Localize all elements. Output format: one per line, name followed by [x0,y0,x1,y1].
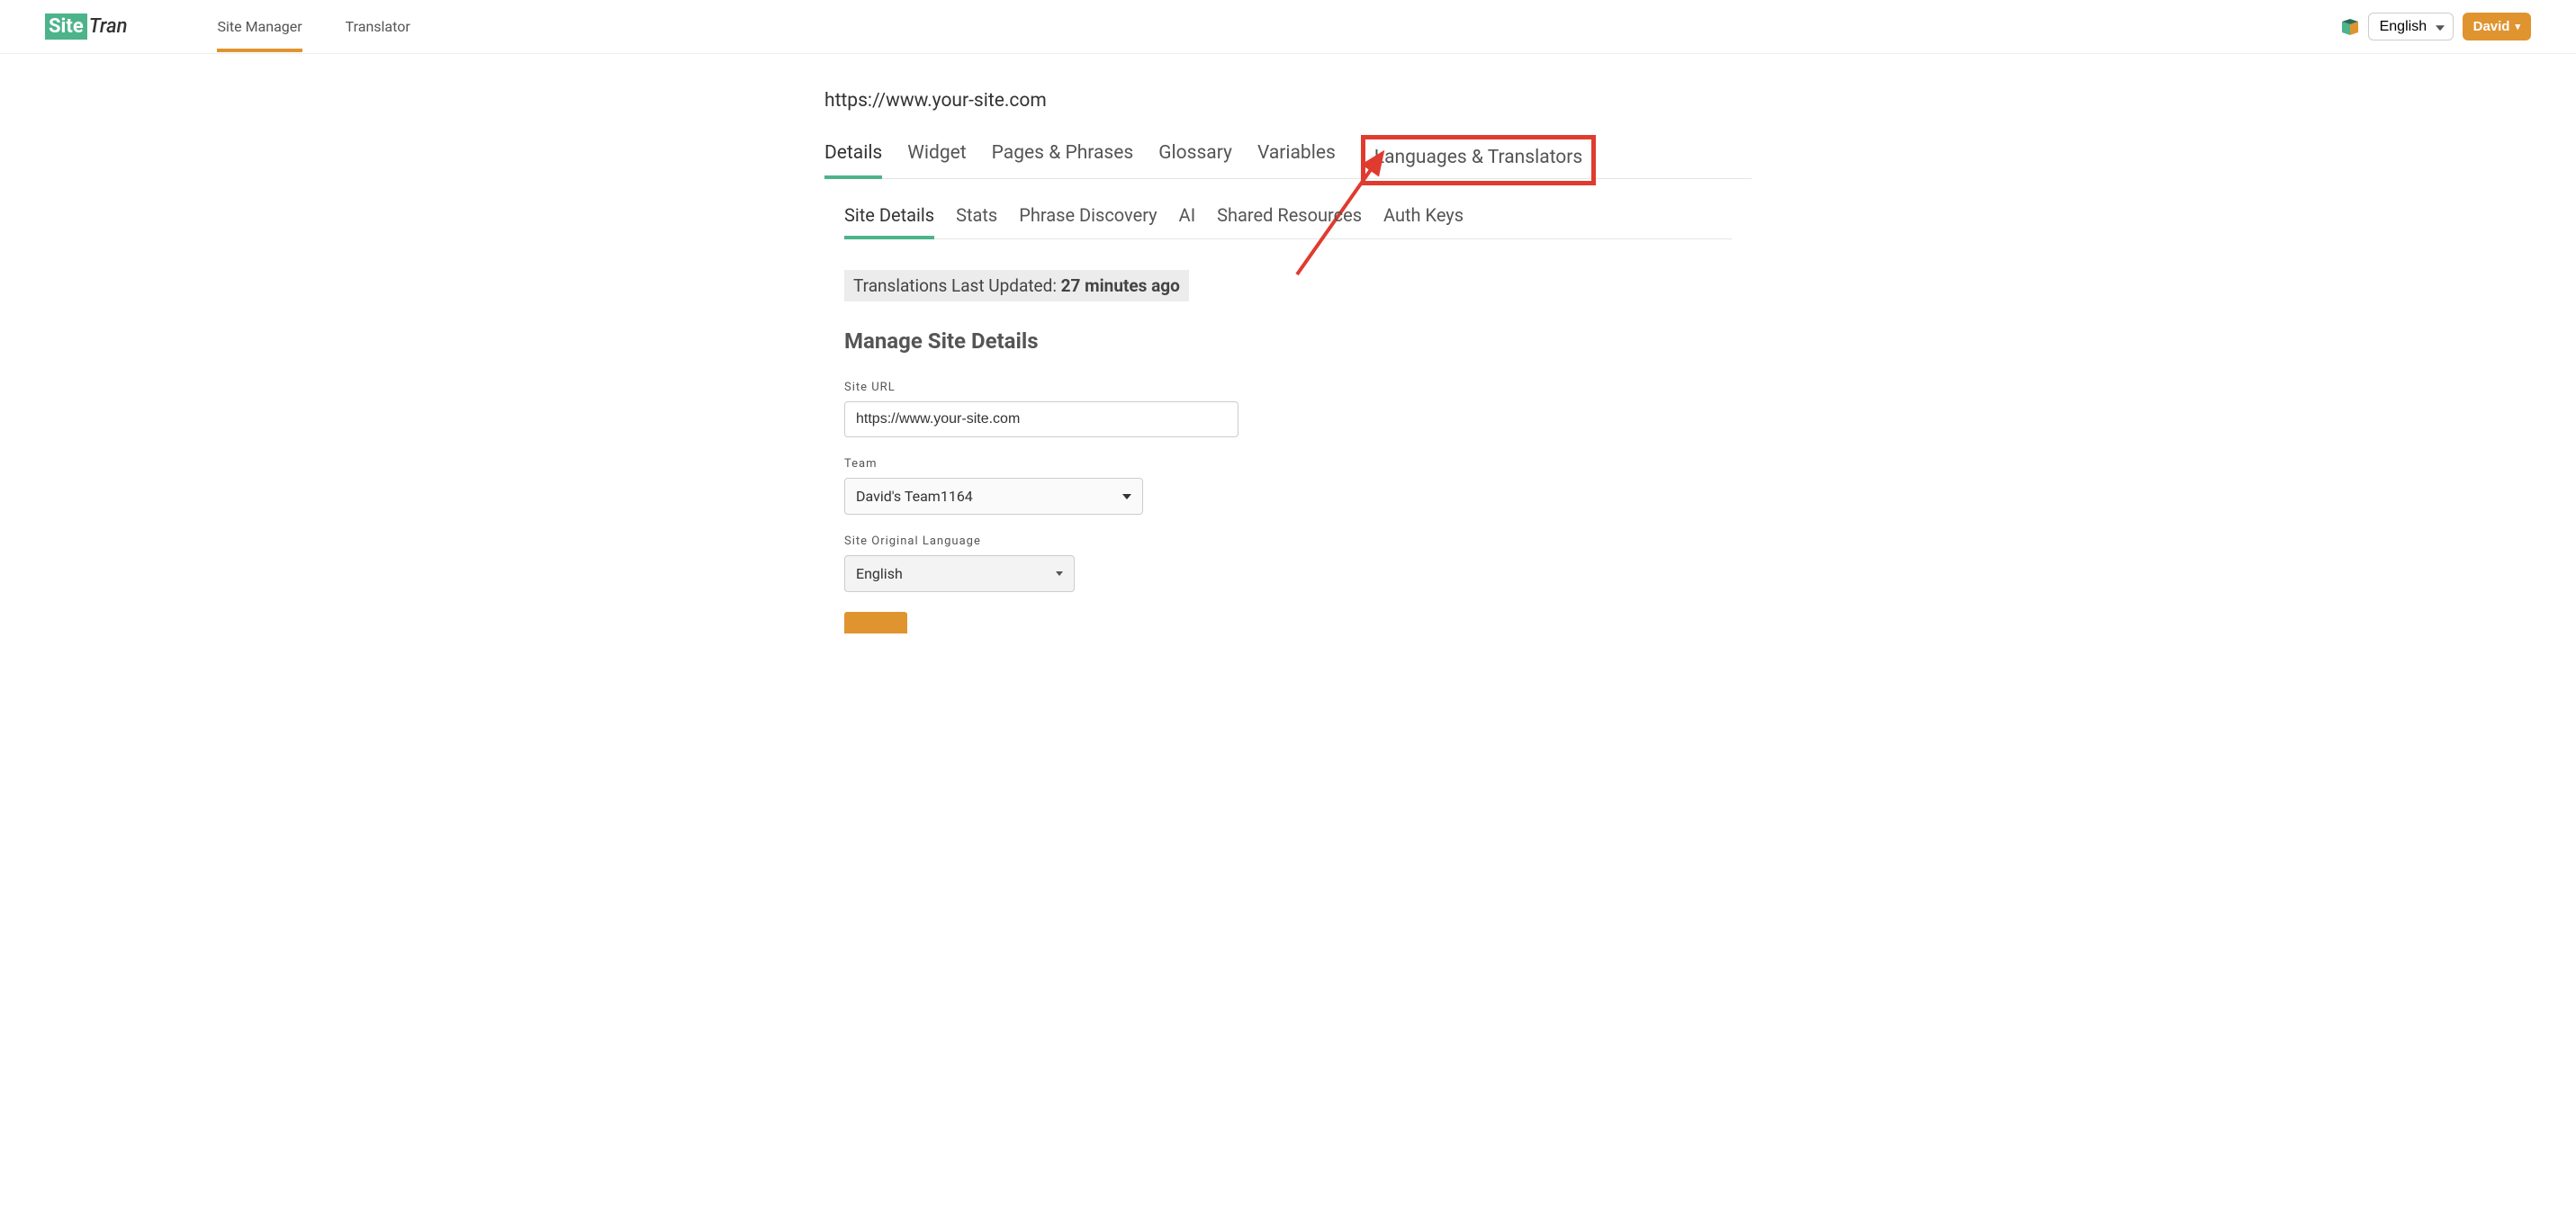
caret-down-icon [1056,571,1063,576]
original-language-label: Site Original Language [844,535,1732,548]
section-title: Manage Site Details [844,328,1732,354]
tab-glossary[interactable]: Glossary [1158,142,1232,178]
logo-tran-text: Tran [89,15,128,38]
tab-languages-translators[interactable]: Languages & Translators [1374,147,1582,168]
site-url-label: Site URL [844,381,1732,394]
field-team: Team David's Team1164 [844,457,1732,515]
status-value: 27 minutes ago [1061,275,1180,296]
field-original-language: Site Original Language English [844,535,1732,592]
logo[interactable]: SiteTran [45,13,127,40]
field-site-url: Site URL [844,381,1732,437]
top-bar-right: English David ▾ [2341,13,2531,40]
tab-content: Site Details Stats Phrase Discovery AI S… [824,179,1752,633]
annotation-highlight-box: Languages & Translators [1361,135,1596,185]
tab-details[interactable]: Details [824,142,882,178]
user-menu-button[interactable]: David ▾ [2463,13,2531,40]
save-button[interactable] [844,612,907,633]
tab-pages-phrases[interactable]: Pages & Phrases [992,142,1134,178]
caret-down-icon [1122,494,1131,499]
subtab-phrase-discovery[interactable]: Phrase Discovery [1019,201,1157,238]
language-select[interactable]: English [2368,13,2454,40]
subtab-shared-resources[interactable]: Shared Resources [1217,201,1362,238]
primary-tabs: Details Widget Pages & Phrases Glossary … [824,142,1752,179]
subtab-auth-keys[interactable]: Auth Keys [1383,201,1464,238]
nav-site-manager[interactable]: Site Manager [217,2,302,51]
chevron-down-icon: ▾ [2515,21,2520,32]
book-icon[interactable] [2341,18,2359,36]
team-select-value: David's Team1164 [856,488,973,505]
tab-variables[interactable]: Variables [1257,142,1336,178]
user-name: David [2473,19,2510,34]
site-url-heading: https://www.your-site.com [824,90,1752,112]
translations-status: Translations Last Updated: 27 minutes ag… [844,270,1189,301]
team-label: Team [844,457,1732,471]
subtab-stats[interactable]: Stats [956,201,997,238]
nav-translator[interactable]: Translator [346,2,410,51]
logo-site-text: Site [45,13,87,40]
top-nav: Site Manager Translator [217,2,410,51]
original-language-select[interactable]: English [844,555,1075,592]
status-prefix: Translations Last Updated: [853,275,1061,296]
tab-widget[interactable]: Widget [907,142,966,178]
page-content: https://www.your-site.com Details Widget… [824,54,1752,633]
top-bar: SiteTran Site Manager Translator English… [0,0,2576,54]
original-language-value: English [856,565,903,582]
subtab-ai[interactable]: AI [1179,201,1196,238]
site-url-input[interactable] [844,401,1238,437]
subtab-site-details[interactable]: Site Details [844,201,934,238]
secondary-tabs: Site Details Stats Phrase Discovery AI S… [844,201,1732,239]
team-select[interactable]: David's Team1164 [844,478,1143,515]
